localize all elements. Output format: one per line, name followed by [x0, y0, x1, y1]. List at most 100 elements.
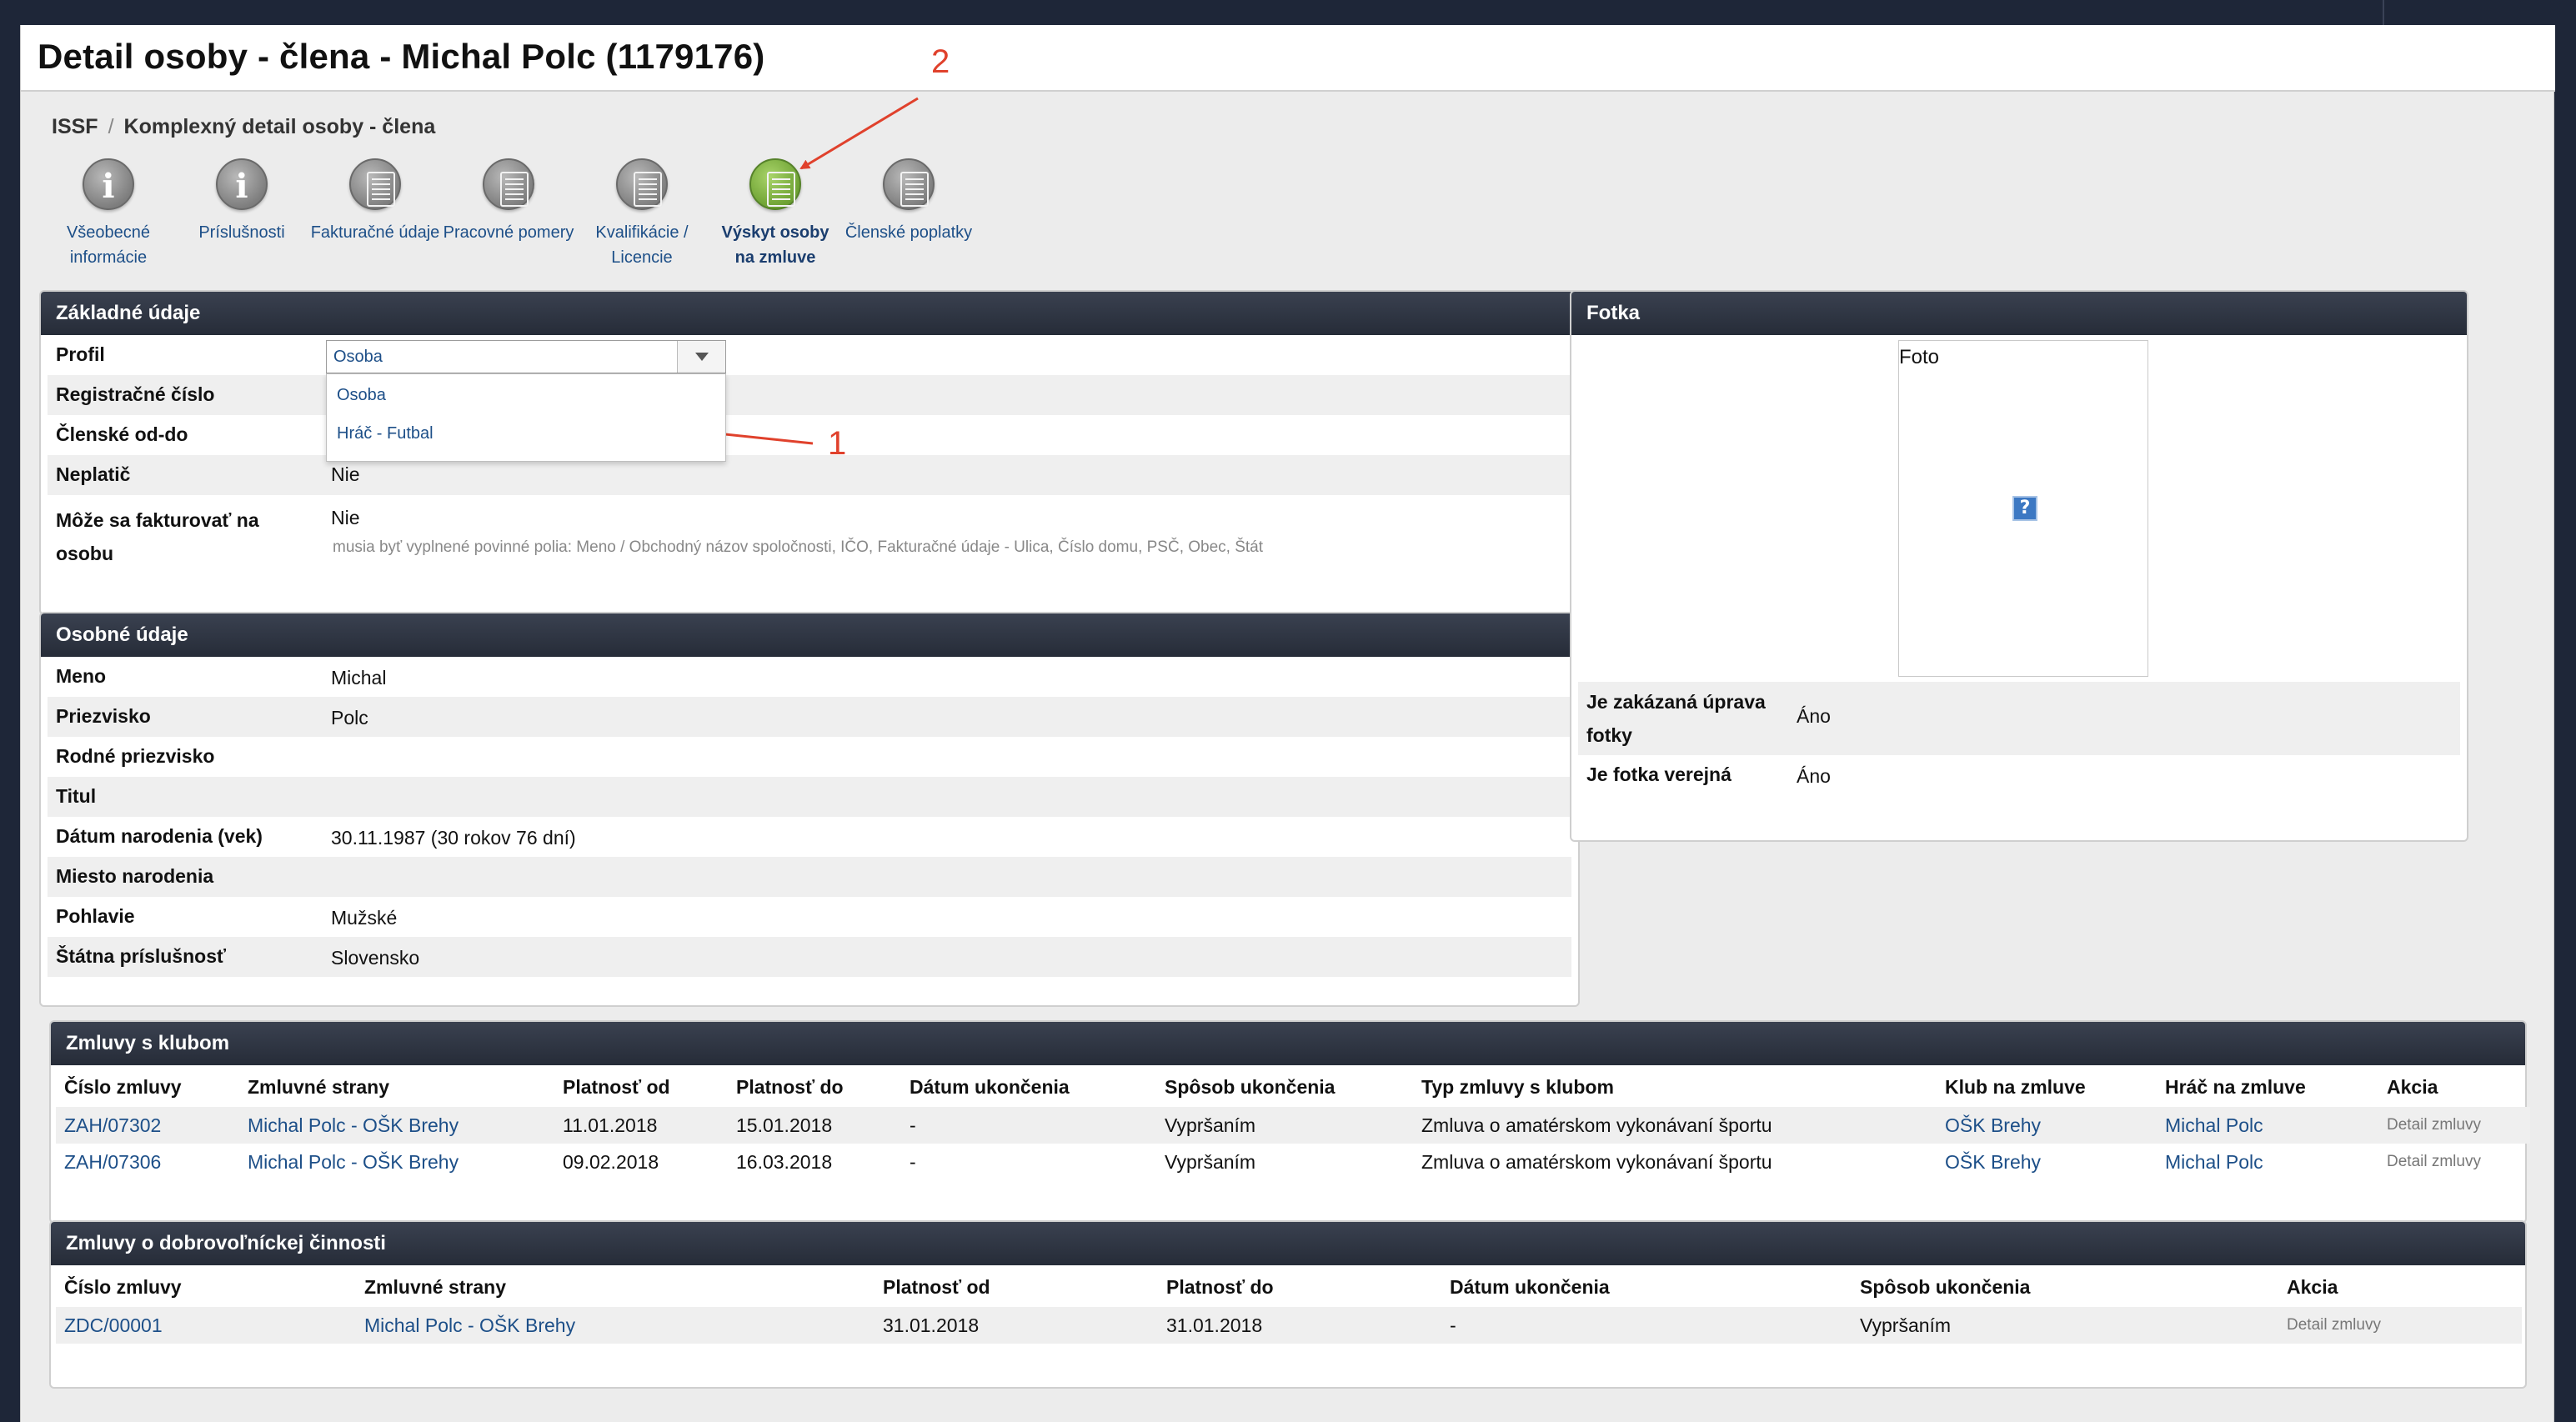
chevron-down-icon[interactable] [677, 341, 725, 373]
field-value: Polc [331, 707, 368, 729]
panel-fotka: Fotka Foto ? Je zakázaná úprava fotky Áno… [1570, 290, 2468, 842]
nav-pracovne-pomery[interactable]: Pracovné pomery [438, 158, 579, 245]
fakturacia-note: musia byť vyplnené povinné polia: Meno /… [333, 538, 1264, 556]
detail-zmluvy-link[interactable]: Detail zmluvy [2378, 1144, 2530, 1180]
table-row: ZDC/00001 Michal Polc - OŠK Brehy 31.01.… [56, 1307, 2522, 1344]
field-label: Priezvisko [56, 705, 151, 727]
field-label: Meno [56, 665, 107, 687]
zakazana-uprava-label: Je zakázaná úprava fotky [1586, 685, 1766, 752]
row-pohlavie: Pohlavie Mužské [48, 897, 1571, 937]
profil-label: Profil [56, 343, 105, 365]
valid-to: 31.01.2018 [1158, 1307, 1441, 1344]
end-date: - [1441, 1307, 1852, 1344]
label-line: osobu [56, 543, 113, 564]
field-value: 30.11.1987 (30 rokov 76 dní) [331, 827, 576, 849]
profil-dropdown-list: Osoba Hráč - Futbal [326, 373, 726, 462]
annotation-label-1: 1 [828, 425, 847, 462]
table-header-row: Číslo zmluvy Zmluvné strany Platnosť od … [56, 1267, 2522, 1307]
end-method: Vypršaním [1165, 1150, 1256, 1173]
label-line: fotky [1586, 724, 1632, 746]
fotka-verejna-value: Áno [1797, 765, 1831, 787]
contract-parties-link[interactable]: Michal Polc - OŠK Brehy [356, 1307, 875, 1344]
detail-zmluvy-link[interactable]: Detail zmluvy [2278, 1307, 2522, 1344]
column-header: Spôsob ukončenia [1860, 1275, 2031, 1298]
nav-label: Príslušnosti [198, 223, 285, 242]
label-line: Je zakázaná úprava [1586, 691, 1766, 713]
nav-label: Členské poplatky [844, 223, 973, 242]
club-link[interactable]: OŠK Brehy [1937, 1144, 2157, 1180]
panel-zmluvy-dobrovolnicke: Zmluvy o dobrovoľníckej činnosti Číslo z… [49, 1220, 2527, 1389]
column-header: Zmluvné strany [364, 1275, 506, 1298]
column-header: Platnosť do [1166, 1275, 1274, 1298]
row-meno: Meno Michal [48, 657, 1571, 697]
row-neplatic: Neplatič Nie [48, 455, 1571, 495]
player-link[interactable]: Michal Polc [2157, 1144, 2378, 1180]
title-bar: Detail osoby - člena - Michal Polc (1179… [21, 25, 2555, 92]
fotka-verejna-label: Je fotka verejná [1586, 764, 1732, 785]
nav-vyskyt-osoby-na-zmluve[interactable]: Výskyt osoby na zmluve [704, 158, 846, 270]
breadcrumb-root[interactable]: ISSF [52, 115, 98, 138]
nav-prislusnosti[interactable]: Príslušnosti [171, 158, 313, 245]
contract-parties-link[interactable]: Michal Polc - OŠK Brehy [239, 1144, 554, 1180]
contract-number-link[interactable]: ZDC/00001 [56, 1307, 356, 1344]
info-icon [83, 158, 134, 210]
field-label: Štátna príslušnosť [56, 945, 227, 967]
column-header: Platnosť od [883, 1275, 990, 1298]
zakazana-uprava-value: Áno [1797, 705, 1831, 727]
nav-vseobecne-informacie[interactable]: Všeobecné informácie [38, 158, 179, 270]
top-strip-divider [2383, 0, 2384, 25]
label-line: Môže sa fakturovať na [56, 509, 259, 531]
neplatic-label: Neplatič [56, 463, 131, 485]
field-value: Michal [331, 667, 387, 688]
row-priezvisko: Priezvisko Polc [48, 697, 1571, 737]
document-icon [883, 158, 935, 210]
panel-zakladne-udaje: Základné údaje Profil Registračné číslo … [39, 290, 1580, 615]
row-miesto-narodenia: Miesto narodenia [48, 857, 1571, 897]
table-header-row: Číslo zmluvy Zmluvné strany Platnosť od … [56, 1067, 2530, 1107]
dropdown-option-hrac-futbal[interactable]: Hráč - Futbal [337, 424, 434, 443]
nav-label: Pracovné pomery [443, 223, 574, 242]
page-title: Detail osoby - člena - Michal Polc (1179… [38, 37, 765, 76]
contract-parties-link[interactable]: Michal Polc - OŠK Brehy [239, 1107, 554, 1144]
nav-clenske-poplatky[interactable]: Členské poplatky [838, 158, 980, 245]
field-label: Pohlavie [56, 905, 135, 927]
row-profil: Profil [48, 335, 1571, 375]
field-value: Mužské [331, 907, 398, 929]
column-header: Hráč na zmluve [2165, 1075, 2306, 1098]
zmluvy-dobro-table: Číslo zmluvy Zmluvné strany Platnosť od … [56, 1267, 2522, 1344]
nav-kvalifikacie-licencie[interactable]: Kvalifikácie / Licencie [571, 158, 713, 270]
panel-header: Základné údaje [41, 292, 1578, 335]
moze-fakturovat-value: Nie [331, 507, 360, 528]
contract-type: Zmluva o amatérskom vykonávaní športu [1413, 1107, 1937, 1144]
player-link[interactable]: Michal Polc [2157, 1107, 2378, 1144]
document-icon [616, 158, 668, 210]
valid-from: 31.01.2018 [875, 1307, 1158, 1344]
panel-header: Fotka [1571, 292, 2467, 335]
contract-number-link[interactable]: ZAH/07302 [56, 1107, 239, 1144]
photo-caption: Foto [1899, 346, 1940, 368]
end-method: Vypršaním [1156, 1107, 1413, 1144]
nav-label: Kvalifikácie / [595, 223, 689, 242]
column-header: Zmluvné strany [248, 1075, 389, 1098]
valid-from: 09.02.2018 [563, 1150, 659, 1173]
column-header: Typ zmluvy s klubom [1421, 1075, 1614, 1098]
panel-zmluvy-s-klubom: Zmluvy s klubom Číslo zmluvy Zmluvné str… [49, 1020, 2530, 1224]
nav-label: Fakturačné údaje [310, 223, 440, 242]
registracne-cislo-label: Registračné číslo [56, 383, 215, 405]
profil-select-value: Osoba [333, 348, 383, 366]
club-link[interactable]: OŠK Brehy [1937, 1107, 2157, 1144]
column-header: Číslo zmluvy [64, 1275, 182, 1298]
row-statna-prislusnost: Štátna príslušnosť Slovensko [48, 937, 1571, 977]
nav-fakturacne-udaje[interactable]: Fakturačné údaje [304, 158, 446, 245]
dropdown-option-osoba[interactable]: Osoba [337, 386, 386, 405]
row-moze-fakturovat: Môže sa fakturovať na osobu Nie [48, 495, 1571, 572]
document-icon [749, 158, 801, 210]
table-row: ZAH/07302 Michal Polc - OŠK Brehy 11.01.… [56, 1107, 2530, 1144]
contract-number-link[interactable]: ZAH/07306 [56, 1144, 239, 1180]
document-icon [483, 158, 534, 210]
profil-select[interactable]: Osoba [326, 340, 726, 373]
end-date: - [910, 1150, 916, 1173]
column-header: Dátum ukončenia [910, 1075, 1070, 1098]
nav-label: informácie [69, 248, 148, 267]
detail-zmluvy-link[interactable]: Detail zmluvy [2378, 1107, 2530, 1144]
